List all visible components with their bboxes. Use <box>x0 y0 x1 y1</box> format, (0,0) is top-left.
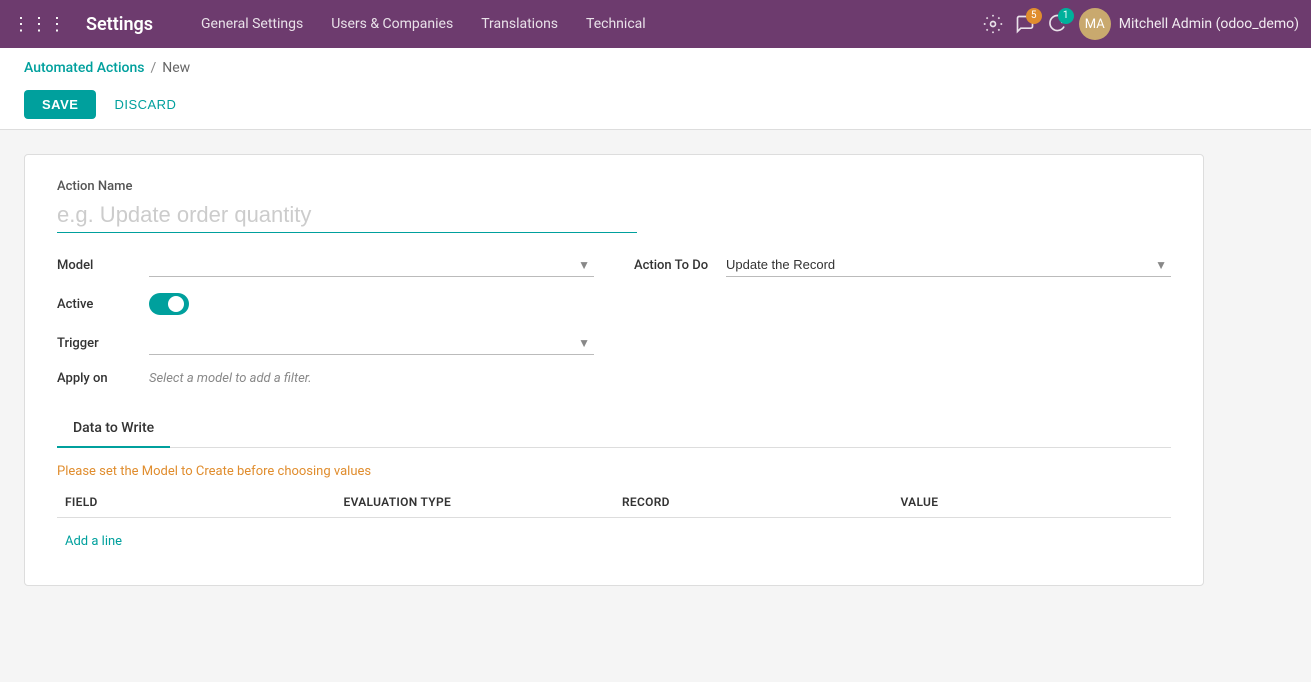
settings-icon-btn[interactable] <box>983 14 1003 34</box>
model-label: Model <box>57 258 137 273</box>
form-grid: Model ▼ Action To Do Update the Record ▼ <box>57 253 1171 386</box>
active-label: Active <box>57 297 137 312</box>
col-field: Field <box>57 495 336 509</box>
action-name-label: Action Name <box>57 179 1171 194</box>
active-toggle-container <box>149 293 189 315</box>
page-header: Automated Actions / New SAVE DISCARD <box>0 48 1311 130</box>
action-to-do-select[interactable]: Update the Record <box>726 253 1171 277</box>
messages-badge: 5 <box>1026 8 1042 24</box>
top-navbar: ⋮⋮⋮ Settings General Settings Users & Co… <box>0 0 1311 48</box>
breadcrumb: Automated Actions / New <box>24 48 1287 82</box>
action-name-input[interactable] <box>57 198 637 233</box>
toolbar: SAVE DISCARD <box>24 82 1287 129</box>
apply-on-field: Apply on Select a model to add a filter. <box>57 371 594 386</box>
activity-icon-btn[interactable]: 1 <box>1047 14 1067 34</box>
action-to-do-control: Update the Record ▼ <box>726 253 1171 277</box>
info-message: Please set the Model to Create before ch… <box>57 464 1171 479</box>
apps-grid-icon[interactable]: ⋮⋮⋮ <box>12 14 66 35</box>
action-name-field: Action Name <box>57 179 1171 233</box>
menu-translations[interactable]: Translations <box>469 10 570 38</box>
tabs-container: Data to Write <box>57 410 1171 448</box>
menu-technical[interactable]: Technical <box>574 10 658 38</box>
trigger-select[interactable] <box>149 331 594 355</box>
brand-title: Settings <box>86 14 153 35</box>
model-field: Model ▼ <box>57 253 594 277</box>
breadcrumb-parent[interactable]: Automated Actions <box>24 60 144 76</box>
main-content: Action Name Model ▼ Action To Do <box>0 130 1311 682</box>
add-line-link[interactable]: Add a line <box>57 530 130 553</box>
apply-on-text: Select a model to add a filter. <box>149 371 312 386</box>
save-button[interactable]: SAVE <box>24 90 96 119</box>
nav-actions: 5 1 MA Mitchell Admin (odoo_demo) <box>983 8 1299 40</box>
data-write-section: Please set the Model to Create before ch… <box>57 464 1171 553</box>
col-record: Record <box>614 495 893 509</box>
action-to-do-field: Action To Do Update the Record ▼ <box>634 253 1171 277</box>
action-to-do-label: Action To Do <box>634 258 714 273</box>
model-select[interactable] <box>149 253 594 277</box>
table-header: Field Evaluation Type Record Value <box>57 495 1171 518</box>
toggle-slider <box>149 293 189 315</box>
form-card: Action Name Model ▼ Action To Do <box>24 154 1204 586</box>
col-evaluation-type: Evaluation Type <box>336 495 615 509</box>
breadcrumb-current: New <box>162 60 190 76</box>
col-value: Value <box>893 495 1172 509</box>
breadcrumb-separator: / <box>150 60 156 76</box>
user-name: Mitchell Admin (odoo_demo) <box>1119 16 1299 32</box>
active-toggle[interactable] <box>149 293 189 315</box>
tab-data-to-write[interactable]: Data to Write <box>57 410 170 448</box>
user-avatar: MA <box>1079 8 1111 40</box>
grid-spacer-2 <box>634 331 1171 355</box>
messages-icon-btn[interactable]: 5 <box>1015 14 1035 34</box>
user-menu[interactable]: MA Mitchell Admin (odoo_demo) <box>1079 8 1299 40</box>
discard-button[interactable]: DISCARD <box>104 90 186 119</box>
menu-general-settings[interactable]: General Settings <box>189 10 315 38</box>
apply-on-label: Apply on <box>57 371 137 386</box>
activity-badge: 1 <box>1058 8 1074 24</box>
top-menu: General Settings Users & Companies Trans… <box>189 10 967 38</box>
active-field: Active <box>57 293 594 315</box>
grid-spacer <box>634 293 1171 315</box>
trigger-field: Trigger ▼ <box>57 331 594 355</box>
menu-users-companies[interactable]: Users & Companies <box>319 10 465 38</box>
model-control: ▼ <box>149 253 594 277</box>
trigger-control: ▼ <box>149 331 594 355</box>
trigger-label: Trigger <box>57 336 137 351</box>
